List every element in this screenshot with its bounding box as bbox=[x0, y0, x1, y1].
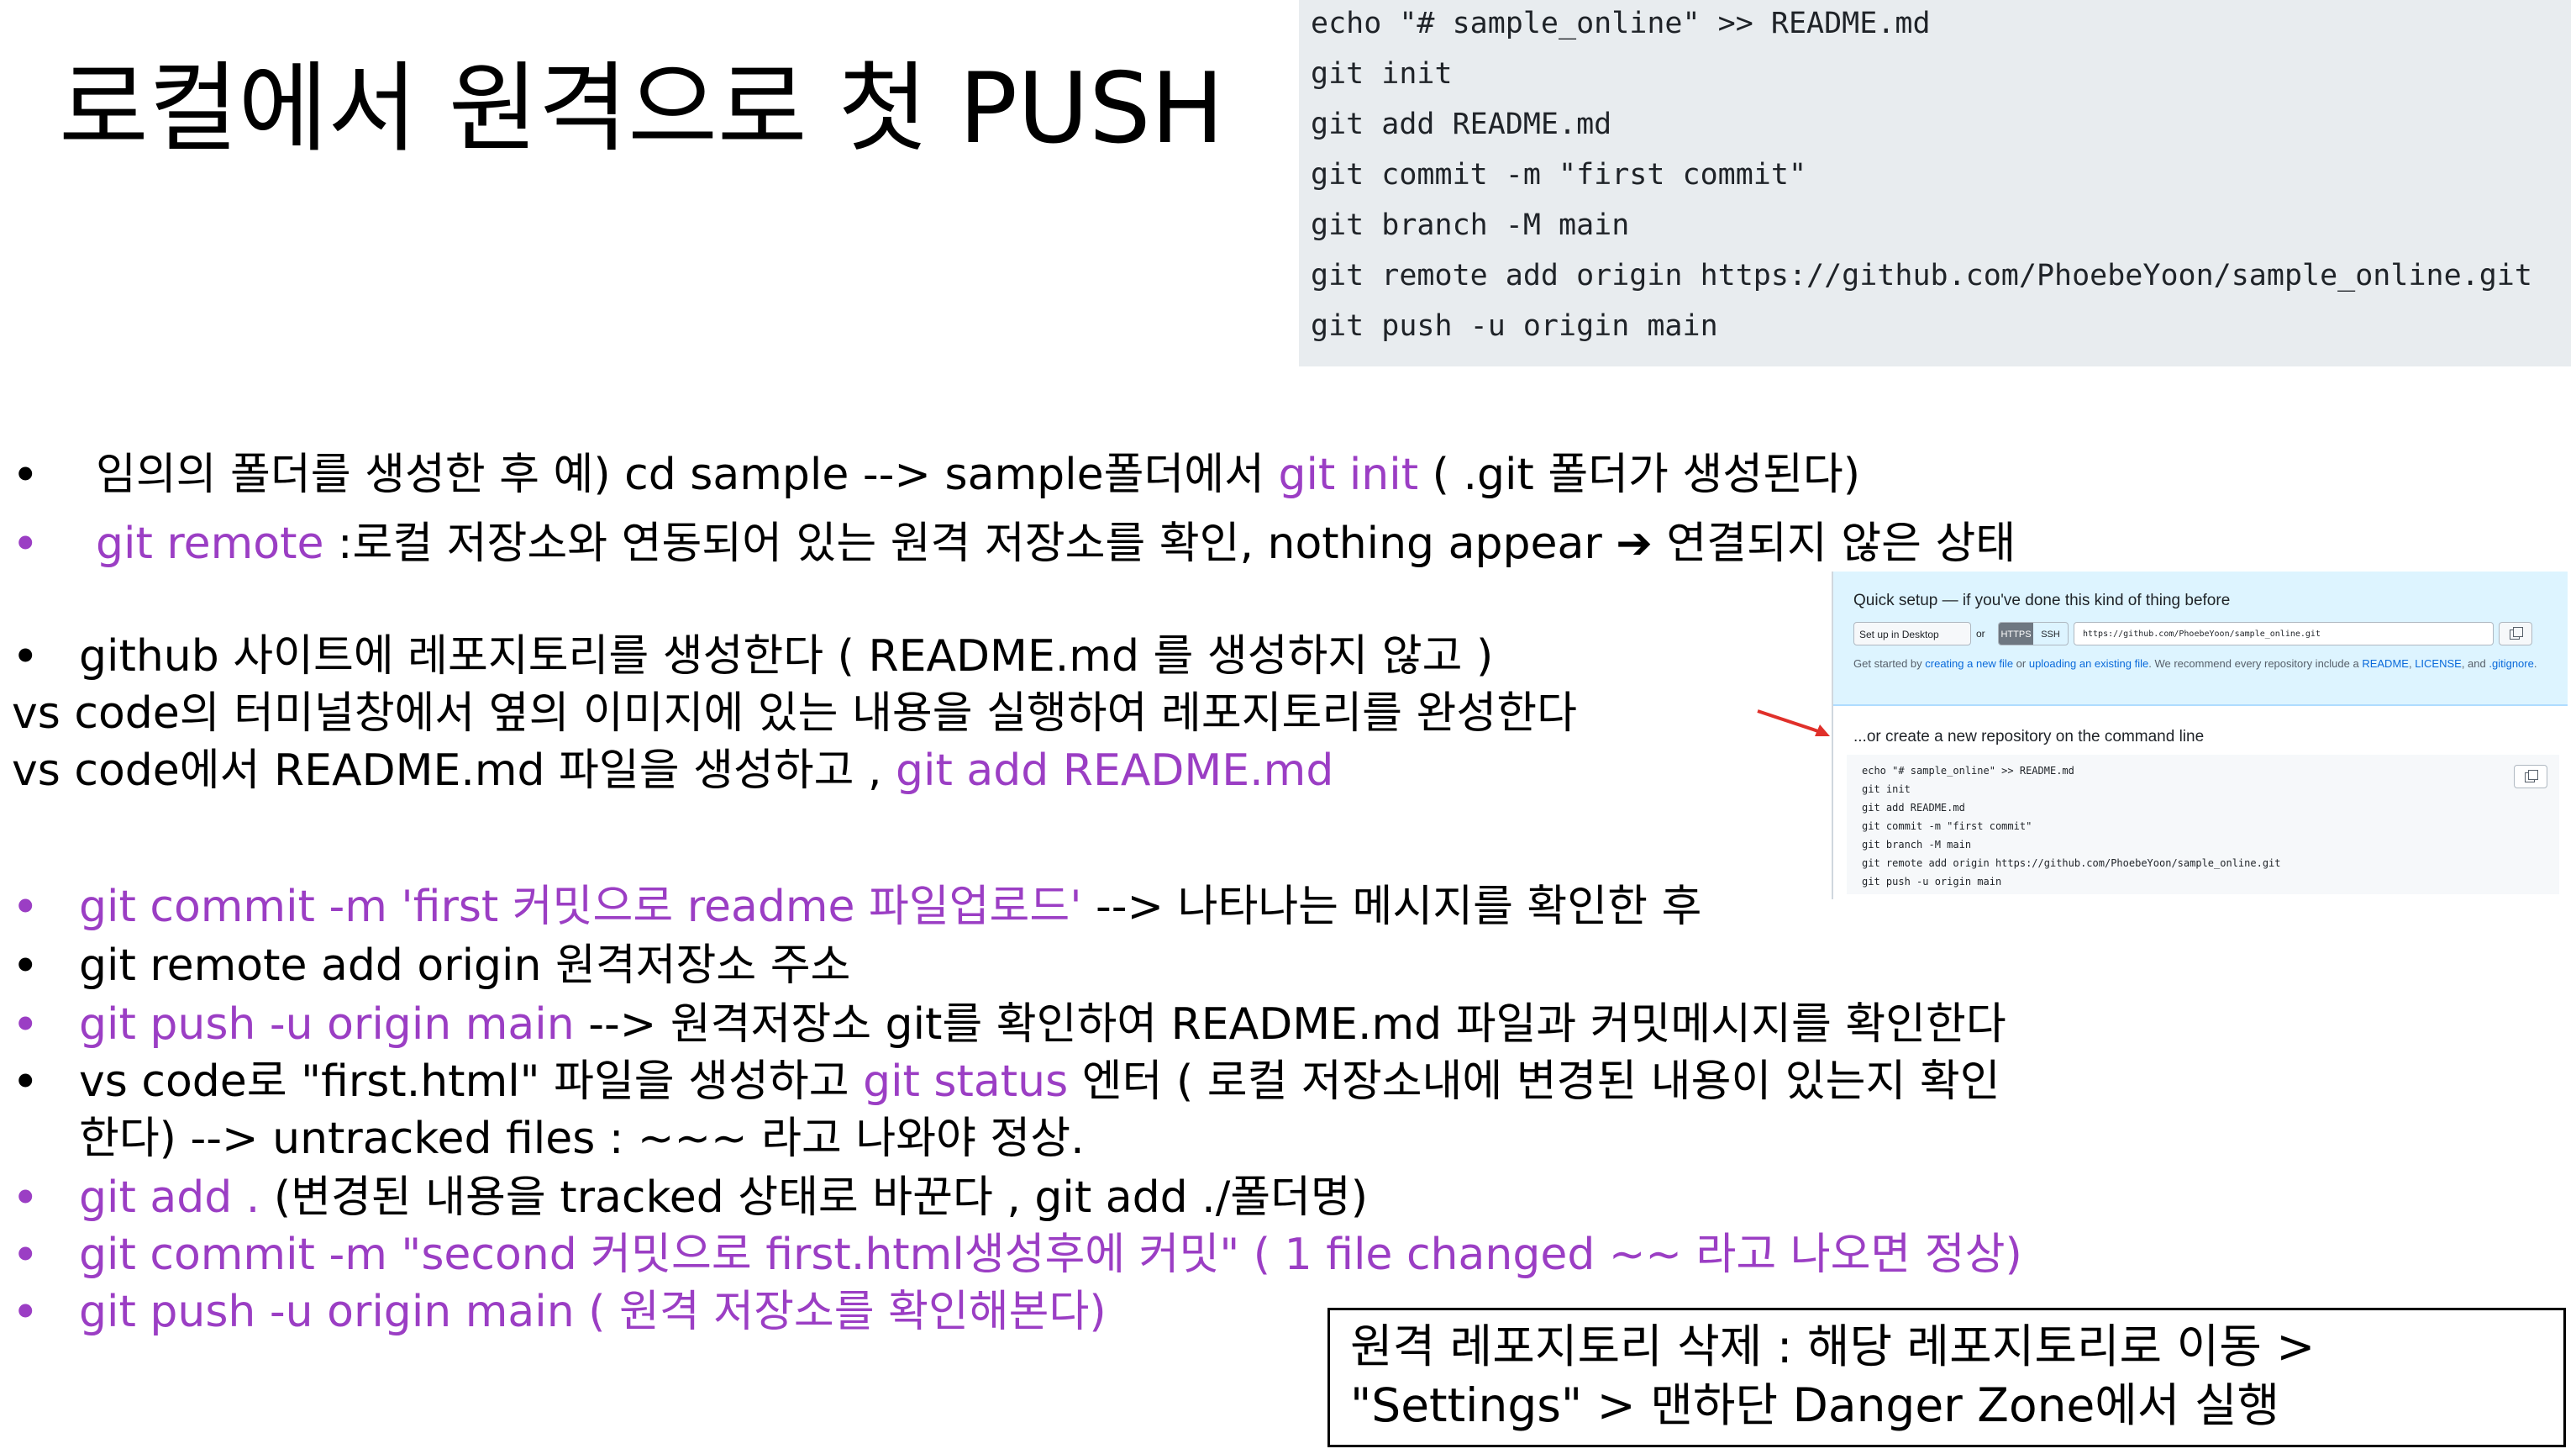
create-file-link[interactable]: creating a new file bbox=[1925, 657, 2013, 670]
bullet-dot: • bbox=[12, 1285, 39, 1339]
code-line: echo "# sample_online" >> README.md bbox=[1311, 7, 1931, 40]
quick-setup-title: Quick setup — if you've done this kind o… bbox=[1853, 592, 2231, 609]
step-command: git add . bbox=[79, 1172, 260, 1223]
step-status: vs code로 "first.html" 파일을 생성하고 git statu… bbox=[79, 1052, 2000, 1111]
bullet-dot: • bbox=[12, 517, 39, 571]
quick-setup-note: Get started by creating a new file or up… bbox=[1853, 657, 2537, 670]
bullet-dot: • bbox=[12, 1055, 39, 1109]
step-push: git push -u origin main --> 원격저장소 git를 확… bbox=[79, 995, 2006, 1054]
gitignore-link[interactable]: .gitignore bbox=[2489, 657, 2533, 670]
step-text: :로컬 저장소와 연동되어 있는 원격 저장소를 확인, nothing app… bbox=[323, 519, 2016, 569]
step-command: git init bbox=[1278, 450, 1419, 500]
step-text: --> 원격저장소 git를 확인하여 README.md 파일과 커밋메시지를… bbox=[574, 999, 2006, 1050]
step-command: git commit -m 'first 커밋으로 readme 파일업로드' bbox=[79, 882, 1082, 932]
cmd-line: git add README.md bbox=[1862, 802, 1965, 814]
cmdline-title: ...or create a new repository on the com… bbox=[1853, 728, 2205, 745]
or-label: or bbox=[1976, 628, 1985, 640]
step-text: git remote add origin 원격저장소 주소 bbox=[79, 940, 851, 991]
step-status-cont: 한다) --> untracked files : ~~~ 라고 나와야 정상. bbox=[79, 1114, 1085, 1164]
step-text: 엔터 ( 로컬 저장소내에 변경된 내용이 있는지 확인 bbox=[1068, 1056, 2000, 1107]
red-arrow-icon bbox=[1757, 709, 1830, 736]
step-text: 임의의 폴더를 생성한 후 예) cd sample --> sample폴더에… bbox=[96, 450, 1279, 500]
github-line-3: vs code에서 README.md 파일을 생성하고 , git add R… bbox=[12, 741, 1333, 800]
step-command: git push -u origin main bbox=[79, 999, 575, 1050]
code-line: git commit -m "first commit" bbox=[1311, 158, 1807, 192]
step-remote: git remote :로컬 저장소와 연동되어 있는 원격 저장소를 확인, … bbox=[96, 514, 2016, 573]
readme-link[interactable]: README bbox=[2362, 657, 2409, 670]
bullet-dot: • bbox=[12, 448, 39, 502]
cmd-line: git branch -M main bbox=[1862, 839, 1972, 851]
license-link[interactable]: LICENSE bbox=[2415, 657, 2462, 670]
step-add: git add . (변경된 내용을 tracked 상태로 바꾼다 , git… bbox=[79, 1168, 1368, 1227]
bullet-dot: • bbox=[12, 880, 39, 934]
code-line: git branch -M main bbox=[1311, 208, 1630, 242]
protocol-toggle[interactable]: HTTPS SSH bbox=[1998, 622, 2069, 645]
bullet-dot: • bbox=[12, 939, 39, 993]
slide-title: 로컬에서 원격으로 첫 PUSH bbox=[59, 52, 1224, 166]
https-tab[interactable]: HTTPS bbox=[1999, 623, 2033, 645]
step-text: (변경된 내용을 tracked 상태로 바꾼다 , git add ./폴더명… bbox=[260, 1172, 1369, 1223]
step-remote-add: git remote add origin 원격저장소 주소 bbox=[79, 936, 850, 995]
cmd-line: git commit -m "first commit" bbox=[1862, 820, 2032, 832]
step-text: --> 나타나는 메시지를 확인한 후 bbox=[1081, 882, 1702, 932]
step-text: ( .git 폴더가 생성된다) bbox=[1418, 450, 1861, 500]
note-line-1: 원격 레포지토리 삭제 : 해당 레포지토리로 이동 > bbox=[1350, 1320, 2316, 1373]
cmd-line: git init bbox=[1862, 783, 1911, 795]
step-commit-second: git commit -m "second 커밋으로 first.html생성후… bbox=[79, 1230, 2022, 1280]
step-commit-first: git commit -m 'first 커밋으로 readme 파일업로드' … bbox=[79, 877, 1701, 936]
step-init: 임의의 폴더를 생성한 후 예) cd sample --> sample폴더에… bbox=[96, 445, 1860, 504]
bullet-dot: • bbox=[12, 1171, 39, 1225]
cmdline-code-block: echo "# sample_online" >> README.md git … bbox=[1847, 755, 2559, 894]
upload-file-link[interactable]: uploading an existing file bbox=[2029, 657, 2148, 670]
bullet-dot: • bbox=[12, 998, 39, 1051]
code-block: echo "# sample_online" >> README.md git … bbox=[1299, 0, 2571, 366]
code-line: git add README.md bbox=[1311, 108, 1612, 141]
cmd-line: git remote add origin https://github.com… bbox=[1862, 857, 2281, 869]
step-command: git remote bbox=[96, 519, 324, 569]
copy-icon[interactable] bbox=[2499, 622, 2532, 645]
note-line-2: "Settings" > 맨하단 Danger Zone에서 실행 bbox=[1350, 1378, 2280, 1432]
bullet-dot: • bbox=[12, 1228, 39, 1282]
github-line-2: vs code의 터미널창에서 옆의 이미지에 있는 내용을 실행하여 레포지토… bbox=[12, 688, 1577, 739]
step-text: vs code로 "first.html" 파일을 생성하고 bbox=[79, 1056, 864, 1107]
code-line: git remote add origin https://github.com… bbox=[1311, 259, 2532, 292]
step-command: git status bbox=[863, 1056, 1069, 1107]
setup-desktop-button[interactable]: Set up in Desktop bbox=[1853, 622, 1971, 645]
step-text: vs code에서 README.md 파일을 생성하고 , bbox=[12, 745, 896, 796]
github-quick-setup-image: Quick setup — if you've done this kind o… bbox=[1832, 572, 2568, 899]
code-line: git push -u origin main bbox=[1311, 309, 1718, 343]
github-line-1: github 사이트에 레포지토리를 생성한다 ( README.md 를 생성… bbox=[79, 631, 1494, 682]
step-push-final: git push -u origin main ( 원격 저장소를 확인해본다) bbox=[79, 1287, 1107, 1337]
cmd-line: echo "# sample_online" >> README.md bbox=[1862, 765, 2074, 777]
clone-url-input[interactable]: https://github.com/PhoebeYoon/sample_onl… bbox=[2074, 622, 2494, 645]
code-line: git init bbox=[1311, 57, 1453, 91]
ssh-tab[interactable]: SSH bbox=[2033, 623, 2068, 645]
copy-icon[interactable] bbox=[2514, 765, 2547, 788]
step-command: git add README.md bbox=[896, 745, 1334, 796]
cmd-line: git push -u origin main bbox=[1862, 876, 2002, 888]
bullet-dot: • bbox=[12, 630, 39, 683]
quick-setup-panel: Quick setup — if you've done this kind o… bbox=[1833, 572, 2568, 706]
delete-repo-note: 원격 레포지토리 삭제 : 해당 레포지토리로 이동 > "Settings" … bbox=[1327, 1308, 2566, 1447]
